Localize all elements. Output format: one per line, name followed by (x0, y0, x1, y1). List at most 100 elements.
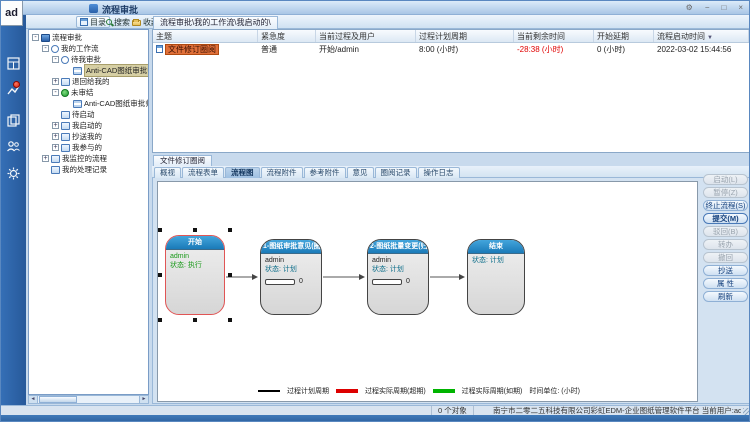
document-icon (73, 67, 82, 75)
expander[interactable]: + (52, 78, 59, 85)
expander[interactable]: - (52, 56, 59, 63)
column-start-time[interactable]: 流程启动时间▼ (654, 30, 749, 42)
settings-icon[interactable]: ⚙ (686, 2, 693, 13)
legend-plan-label: 过程计划周期 (287, 386, 329, 396)
node-start[interactable]: 开始 admin 状态: 执行 (165, 235, 225, 315)
folder-icon (61, 56, 69, 64)
column-urgency[interactable]: 紧急度 (258, 30, 316, 42)
row-subject[interactable]: 文件修订圈阅 (165, 44, 219, 55)
column-current-process-user[interactable]: 当前过程及用户 (316, 30, 416, 42)
expander (64, 100, 71, 107)
node-status: 状态: 执行 (170, 261, 220, 270)
action-button-column: 启动(L) 暂停(Z) 终止流程(S) 提交(M) 驳回(B) 转办 撤回 抄送… (703, 174, 749, 304)
users-icon[interactable] (6, 139, 21, 154)
tab-process-attachments[interactable]: 流程附件 (261, 167, 303, 178)
app-logo: ad (1, 1, 23, 26)
node-status: 状态: 计划 (265, 265, 317, 274)
tree-item-process-approval[interactable]: -流程审批 (29, 32, 148, 43)
tab-overview[interactable]: 概视 (154, 167, 181, 178)
workflow-canvas[interactable]: 开始 admin 状态: 执行 1-图纸审批意见(圈 admin 状态: 计划 (157, 181, 698, 402)
folder-icon (51, 155, 60, 163)
tree-item-returned-to-me[interactable]: +退回给我的 (29, 76, 148, 87)
column-subject[interactable]: 主题 (153, 30, 258, 42)
resize-grip[interactable] (743, 408, 750, 415)
progress-value: 0 (406, 277, 410, 286)
folder-icon (61, 111, 70, 119)
copy-icon[interactable] (6, 113, 21, 128)
horizontal-splitter[interactable] (152, 153, 750, 156)
expander[interactable]: + (52, 144, 59, 151)
node-drawing-review[interactable]: 1-图纸审批意见(圈 admin 状态: 计划 0 (260, 239, 322, 315)
chart-badge (13, 81, 20, 88)
tab-process-form[interactable]: 流程表单 (182, 167, 224, 178)
favorites-icon (132, 20, 141, 26)
tree-item-unfinished[interactable]: -未审结 (29, 87, 148, 98)
expander[interactable]: - (52, 89, 59, 96)
expander[interactable]: - (42, 45, 49, 52)
expander (52, 111, 59, 118)
column-remaining-time[interactable]: 当前剩余时间 (514, 30, 594, 42)
terminate-process-button[interactable]: 终止流程(S) (703, 200, 748, 211)
app-node-icon (41, 34, 50, 42)
folder-icon (61, 133, 70, 141)
expander[interactable]: + (52, 122, 59, 129)
tree-item-monitored-processes[interactable]: +我监控的流程 (29, 153, 148, 164)
tab-opinions[interactable]: 意见 (347, 167, 374, 178)
tab-reference-attachments[interactable]: 参考附件 (304, 167, 346, 178)
submit-button[interactable]: 提交(M) (703, 213, 748, 224)
tab-operation-log[interactable]: 操作日志 (418, 167, 460, 178)
left-icon-strip (1, 15, 26, 415)
expander[interactable]: + (52, 133, 59, 140)
tree-item-to-start[interactable]: 待启动 (29, 109, 148, 120)
row-remaining-time: -28:38 (小时) (514, 44, 594, 55)
refresh-button[interactable]: 刷新 (703, 291, 748, 302)
tree-item-participated[interactable]: + 我参与的 (29, 142, 148, 153)
minimize-icon[interactable]: − (705, 2, 710, 13)
scroll-right-icon[interactable]: ► (139, 396, 148, 403)
restore-icon[interactable]: □ (721, 2, 726, 13)
scroll-left-icon[interactable]: ◄ (29, 396, 38, 403)
tree-item-my-workflow[interactable]: -我的工作流 (29, 43, 148, 54)
close-icon[interactable]: × (738, 2, 743, 13)
tree-item-anticad-process-1[interactable]: Anti-CAD图纸审批归档流程(1) (29, 65, 148, 76)
board-icon[interactable] (6, 56, 21, 71)
tree-item-anticad-process-2[interactable]: Anti-CAD图纸审批归档流程(1) (29, 98, 148, 109)
node-end-title: 结束 (468, 240, 524, 254)
tab-review-records[interactable]: 圈阅记录 (375, 167, 417, 178)
node-title: 1-图纸审批意见(圈 (261, 240, 321, 254)
expander[interactable]: + (42, 155, 49, 162)
selection-handle (193, 228, 197, 232)
expander[interactable]: - (32, 34, 39, 41)
progress-value: 0 (299, 277, 303, 286)
tab-process-diagram[interactable]: 流程图 (225, 167, 260, 178)
node-batch-change[interactable]: 2-图纸批量变更(归档) admin 状态: 计划 0 (367, 239, 429, 315)
column-start-delay[interactable]: 开始延期 (594, 30, 654, 42)
folder-icon (61, 144, 70, 152)
detail-title-tab[interactable]: 文件修订圈阅 (153, 155, 212, 166)
scroll-thumb[interactable] (39, 396, 77, 403)
tree-label: 我参与的 (72, 142, 102, 153)
tree-item-cc-to-me[interactable]: +抄送我的 (29, 131, 148, 142)
table-row[interactable]: 文件修订圈阅 普通 开始/admin 8:00 (小时) -28:38 (小时)… (153, 43, 749, 55)
legend-plan-line (258, 390, 280, 392)
breadcrumb-tab[interactable]: 流程审批\我的工作流\我启动的\ (153, 16, 278, 29)
node-status: 状态: 计划 (372, 265, 424, 274)
tree-label: 我的处理记录 (62, 164, 107, 175)
selection-handle (158, 318, 162, 322)
tree-item-my-records[interactable]: 我的处理记录 (29, 164, 148, 175)
tree-horizontal-scrollbar[interactable]: ◄ ► (28, 395, 149, 404)
properties-button[interactable]: 属 性 (703, 278, 748, 289)
column-plan-period[interactable]: 过程计划周期 (416, 30, 514, 42)
tree-label: 我启动的 (72, 120, 102, 131)
node-end[interactable]: 结束 状态: 计划 (467, 239, 525, 315)
forward-button: 转办 (703, 239, 748, 250)
selection-handle (158, 228, 162, 232)
row-start-delay: 0 (小时) (594, 44, 654, 55)
progress-bar (265, 279, 295, 285)
gear-icon[interactable] (6, 166, 21, 181)
legend-unit-label: 时间单位: (小时) (529, 386, 580, 396)
cc-button[interactable]: 抄送 (703, 265, 748, 276)
search-icon (106, 19, 112, 25)
diagram-legend: 过程计划周期 过程实际周期(超期) 过程实际周期(如期) 时间单位: (小时) (258, 386, 580, 396)
tree-item-started-by-me[interactable]: + 我启动的 (29, 120, 148, 131)
